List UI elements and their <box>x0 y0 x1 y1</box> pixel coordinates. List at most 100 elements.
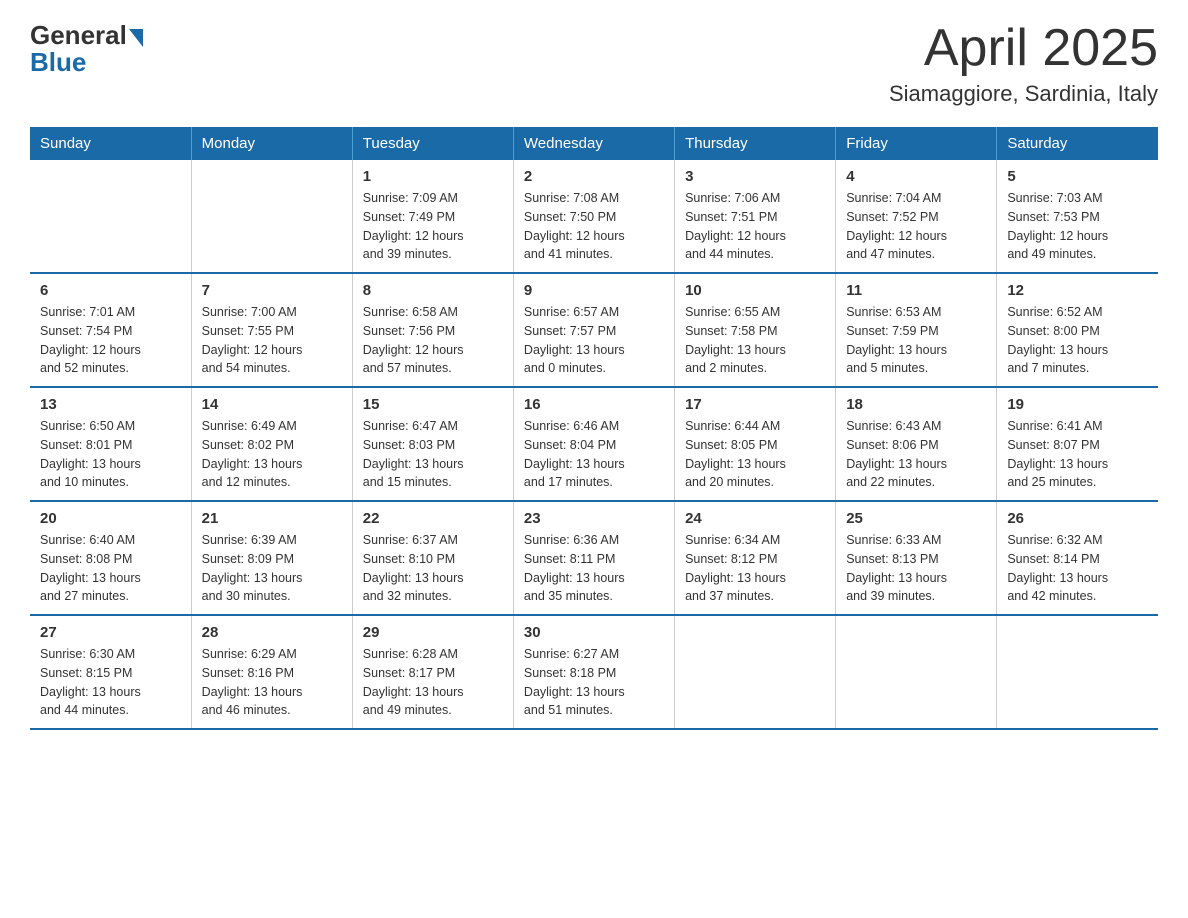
day-info: Sunrise: 6:53 AM Sunset: 7:59 PM Dayligh… <box>846 303 986 378</box>
day-info: Sunrise: 6:34 AM Sunset: 8:12 PM Dayligh… <box>685 531 825 606</box>
calendar-cell: 30 Sunrise: 6:27 AM Sunset: 8:18 PM Dayli… <box>513 615 674 729</box>
day-header-sunday: Sunday <box>30 127 191 160</box>
day-info: Sunrise: 6:28 AM Sunset: 8:17 PM Dayligh… <box>363 645 503 720</box>
day-number: 18 <box>846 396 986 413</box>
day-number: 20 <box>40 510 181 527</box>
day-number: 1 <box>363 168 503 185</box>
calendar-cell: 29 Sunrise: 6:28 AM Sunset: 8:17 PM Dayli… <box>352 615 513 729</box>
day-info: Sunrise: 7:06 AM Sunset: 7:51 PM Dayligh… <box>685 189 825 264</box>
day-info: Sunrise: 6:46 AM Sunset: 8:04 PM Dayligh… <box>524 417 664 492</box>
day-number: 14 <box>202 396 342 413</box>
day-number: 17 <box>685 396 825 413</box>
calendar-week-row: 13 Sunrise: 6:50 AM Sunset: 8:01 PM Dayli… <box>30 387 1158 501</box>
calendar-cell: 12 Sunrise: 6:52 AM Sunset: 8:00 PM Dayli… <box>997 273 1158 387</box>
day-number: 16 <box>524 396 664 413</box>
calendar-cell: 7 Sunrise: 7:00 AM Sunset: 7:55 PM Daylig… <box>191 273 352 387</box>
calendar-week-row: 20 Sunrise: 6:40 AM Sunset: 8:08 PM Dayli… <box>30 501 1158 615</box>
day-info: Sunrise: 6:33 AM Sunset: 8:13 PM Dayligh… <box>846 531 986 606</box>
calendar-cell: 2Sunrise: 7:08 AM Sunset: 7:50 PM Daylig… <box>513 160 674 273</box>
day-number: 23 <box>524 510 664 527</box>
day-header-saturday: Saturday <box>997 127 1158 160</box>
day-number: 10 <box>685 282 825 299</box>
day-number: 19 <box>1007 396 1148 413</box>
calendar-cell: 6Sunrise: 7:01 AM Sunset: 7:54 PM Daylig… <box>30 273 191 387</box>
calendar-cell: 9 Sunrise: 6:57 AM Sunset: 7:57 PM Daylig… <box>513 273 674 387</box>
day-info: Sunrise: 7:09 AM Sunset: 7:49 PM Dayligh… <box>363 189 503 264</box>
day-number: 8 <box>363 282 503 299</box>
day-info: Sunrise: 7:00 AM Sunset: 7:55 PM Dayligh… <box>202 303 342 378</box>
calendar-cell: 21 Sunrise: 6:39 AM Sunset: 8:09 PM Dayli… <box>191 501 352 615</box>
day-number: 24 <box>685 510 825 527</box>
calendar-week-row: 27 Sunrise: 6:30 AM Sunset: 8:15 PM Dayli… <box>30 615 1158 729</box>
day-info: Sunrise: 6:55 AM Sunset: 7:58 PM Dayligh… <box>685 303 825 378</box>
calendar-cell: 5Sunrise: 7:03 AM Sunset: 7:53 PM Daylig… <box>997 160 1158 273</box>
day-number: 25 <box>846 510 986 527</box>
day-number: 12 <box>1007 282 1148 299</box>
day-info: Sunrise: 6:30 AM Sunset: 8:15 PM Dayligh… <box>40 645 181 720</box>
calendar-cell: 3 Sunrise: 7:06 AM Sunset: 7:51 PM Daylig… <box>675 160 836 273</box>
day-number: 28 <box>202 624 342 641</box>
day-number: 27 <box>40 624 181 641</box>
calendar-cell: 16 Sunrise: 6:46 AM Sunset: 8:04 PM Dayli… <box>513 387 674 501</box>
day-number: 7 <box>202 282 342 299</box>
logo: General Blue <box>30 20 143 78</box>
calendar-cell <box>30 160 191 273</box>
calendar-cell: 24 Sunrise: 6:34 AM Sunset: 8:12 PM Dayli… <box>675 501 836 615</box>
day-header-wednesday: Wednesday <box>513 127 674 160</box>
day-number: 21 <box>202 510 342 527</box>
day-info: Sunrise: 6:52 AM Sunset: 8:00 PM Dayligh… <box>1007 303 1148 378</box>
calendar-cell: 1 Sunrise: 7:09 AM Sunset: 7:49 PM Daylig… <box>352 160 513 273</box>
calendar-cell: 19 Sunrise: 6:41 AM Sunset: 8:07 PM Dayli… <box>997 387 1158 501</box>
day-info: Sunrise: 6:40 AM Sunset: 8:08 PM Dayligh… <box>40 531 181 606</box>
day-number: 2 <box>524 168 664 185</box>
day-number: 3 <box>685 168 825 185</box>
calendar-title: April 2025 <box>889 20 1158 77</box>
day-info: Sunrise: 6:58 AM Sunset: 7:56 PM Dayligh… <box>363 303 503 378</box>
day-info: Sunrise: 6:50 AM Sunset: 8:01 PM Dayligh… <box>40 417 181 492</box>
calendar-cell: 27 Sunrise: 6:30 AM Sunset: 8:15 PM Dayli… <box>30 615 191 729</box>
day-number: 29 <box>363 624 503 641</box>
calendar-cell: 22 Sunrise: 6:37 AM Sunset: 8:10 PM Dayli… <box>352 501 513 615</box>
day-number: 22 <box>363 510 503 527</box>
calendar-cell: 25 Sunrise: 6:33 AM Sunset: 8:13 PM Dayli… <box>836 501 997 615</box>
calendar-cell: 4Sunrise: 7:04 AM Sunset: 7:52 PM Daylig… <box>836 160 997 273</box>
day-info: Sunrise: 6:36 AM Sunset: 8:11 PM Dayligh… <box>524 531 664 606</box>
day-info: Sunrise: 6:43 AM Sunset: 8:06 PM Dayligh… <box>846 417 986 492</box>
calendar-cell: 10 Sunrise: 6:55 AM Sunset: 7:58 PM Dayli… <box>675 273 836 387</box>
day-number: 13 <box>40 396 181 413</box>
day-info: Sunrise: 6:27 AM Sunset: 8:18 PM Dayligh… <box>524 645 664 720</box>
day-number: 26 <box>1007 510 1148 527</box>
calendar-header-row: SundayMondayTuesdayWednesdayThursdayFrid… <box>30 127 1158 160</box>
day-header-friday: Friday <box>836 127 997 160</box>
day-header-thursday: Thursday <box>675 127 836 160</box>
day-number: 30 <box>524 624 664 641</box>
calendar-week-row: 6Sunrise: 7:01 AM Sunset: 7:54 PM Daylig… <box>30 273 1158 387</box>
calendar-cell: 14 Sunrise: 6:49 AM Sunset: 8:02 PM Dayli… <box>191 387 352 501</box>
calendar-cell <box>836 615 997 729</box>
calendar-cell: 26 Sunrise: 6:32 AM Sunset: 8:14 PM Dayli… <box>997 501 1158 615</box>
day-info: Sunrise: 6:49 AM Sunset: 8:02 PM Dayligh… <box>202 417 342 492</box>
day-info: Sunrise: 6:32 AM Sunset: 8:14 PM Dayligh… <box>1007 531 1148 606</box>
day-info: Sunrise: 6:47 AM Sunset: 8:03 PM Dayligh… <box>363 417 503 492</box>
day-info: Sunrise: 6:37 AM Sunset: 8:10 PM Dayligh… <box>363 531 503 606</box>
day-number: 5 <box>1007 168 1148 185</box>
calendar-cell <box>675 615 836 729</box>
day-number: 11 <box>846 282 986 299</box>
page-header: General Blue April 2025 Siamaggiore, Sar… <box>30 20 1158 107</box>
calendar-cell: 8 Sunrise: 6:58 AM Sunset: 7:56 PM Daylig… <box>352 273 513 387</box>
day-info: Sunrise: 6:41 AM Sunset: 8:07 PM Dayligh… <box>1007 417 1148 492</box>
day-number: 9 <box>524 282 664 299</box>
day-header-tuesday: Tuesday <box>352 127 513 160</box>
day-info: Sunrise: 7:04 AM Sunset: 7:52 PM Dayligh… <box>846 189 986 264</box>
calendar-cell: 18 Sunrise: 6:43 AM Sunset: 8:06 PM Dayli… <box>836 387 997 501</box>
day-info: Sunrise: 6:57 AM Sunset: 7:57 PM Dayligh… <box>524 303 664 378</box>
calendar-cell <box>997 615 1158 729</box>
day-info: Sunrise: 6:39 AM Sunset: 8:09 PM Dayligh… <box>202 531 342 606</box>
logo-blue-text: Blue <box>30 47 86 78</box>
day-number: 15 <box>363 396 503 413</box>
calendar-cell: 23 Sunrise: 6:36 AM Sunset: 8:11 PM Dayli… <box>513 501 674 615</box>
day-info: Sunrise: 6:29 AM Sunset: 8:16 PM Dayligh… <box>202 645 342 720</box>
calendar-cell: 17Sunrise: 6:44 AM Sunset: 8:05 PM Dayli… <box>675 387 836 501</box>
calendar-cell: 13 Sunrise: 6:50 AM Sunset: 8:01 PM Dayli… <box>30 387 191 501</box>
calendar-cell: 20 Sunrise: 6:40 AM Sunset: 8:08 PM Dayli… <box>30 501 191 615</box>
